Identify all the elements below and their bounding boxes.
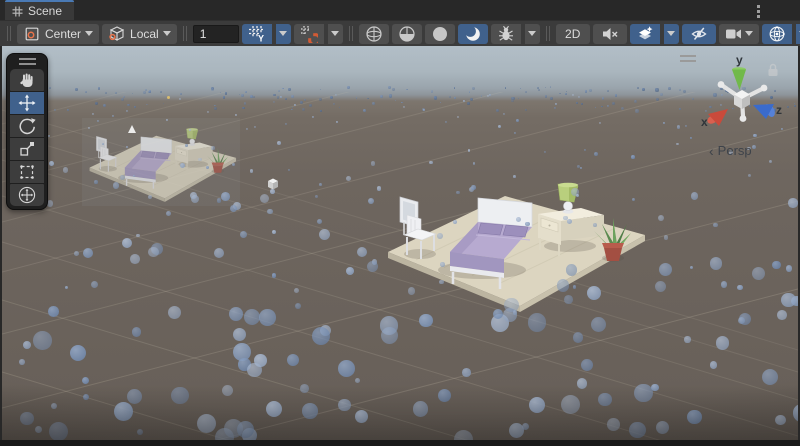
gizmo-y-axis-cone[interactable]	[732, 70, 746, 91]
chevron-down-icon	[331, 31, 339, 36]
toolbar-separator	[349, 26, 353, 41]
bug-icon	[497, 25, 515, 43]
tool-rotate-button[interactable]	[10, 115, 44, 137]
kebab-menu-icon[interactable]	[757, 5, 760, 18]
tab-title: Scene	[28, 5, 62, 17]
axis-z-label: z	[776, 103, 782, 117]
increment-snap-button[interactable]	[294, 24, 324, 44]
effects-toggle[interactable]	[630, 24, 660, 44]
scene-viewport[interactable]: y x z ‹ Persp	[2, 46, 798, 440]
projection-label: Persp	[718, 143, 752, 158]
tool-move-button[interactable]	[10, 92, 44, 114]
filled-sphere-icon	[431, 25, 449, 43]
toolbar-separator	[183, 26, 187, 41]
axis-y-label: y	[736, 53, 743, 67]
scene-models	[2, 46, 798, 440]
2d-toggle[interactable]: 2D	[556, 24, 590, 44]
scene-toolbar: Center Local Y	[0, 20, 800, 46]
distance-haze	[82, 118, 240, 206]
svg-text:Y: Y	[258, 33, 264, 43]
snap-value-input[interactable]	[193, 25, 239, 43]
chevron-down-icon	[667, 31, 675, 36]
camera-icon	[725, 27, 742, 41]
chevron-down-icon	[163, 31, 171, 36]
visibility-toggle[interactable]	[682, 24, 716, 44]
cube-icon	[108, 25, 126, 43]
half-sphere-icon	[398, 25, 416, 43]
tool-scale-button[interactable]	[10, 138, 44, 160]
toolbar-separator	[7, 26, 11, 41]
bug-dropdown[interactable]	[525, 24, 540, 44]
orientation-gizmo[interactable]: y x z	[700, 52, 795, 140]
grid-snap-dropdown[interactable]	[276, 24, 291, 44]
increment-snap-dropdown[interactable]	[328, 24, 343, 44]
axis-x-label: x	[701, 115, 708, 129]
grid-snap-icon: Y	[248, 25, 266, 43]
move-tool-icon	[18, 94, 36, 112]
projection-toggle[interactable]: ‹ Persp	[709, 143, 752, 158]
chevron-down-icon	[279, 31, 287, 36]
orientation-mode-label: Local	[130, 27, 159, 41]
pivot-icon	[23, 25, 41, 43]
filled-sphere-toggle[interactable]	[425, 24, 455, 44]
rect-tool-icon	[18, 163, 36, 181]
tab-bar: Scene	[0, 0, 800, 20]
wire-sphere-toggle[interactable]	[359, 24, 389, 44]
tools-overlay	[6, 53, 48, 210]
chevron-down-icon	[745, 31, 753, 36]
half-sphere-toggle[interactable]	[392, 24, 422, 44]
projection-arrow-icon: ‹	[709, 144, 714, 158]
2d-label: 2D	[565, 27, 580, 41]
chevron-down-icon	[85, 31, 93, 36]
pivot-mode-button[interactable]: Center	[17, 24, 99, 44]
light-gizmo-icon[interactable]	[126, 124, 138, 135]
chevron-down-icon	[528, 31, 536, 36]
crescent-moon-toggle[interactable]	[458, 24, 488, 44]
gizmos-dropdown[interactable]	[796, 24, 800, 44]
tab-grid-icon	[12, 6, 23, 17]
effects-icon	[636, 25, 654, 43]
rotate-tool-icon	[18, 117, 36, 135]
distant-light-gizmo-icon[interactable]	[167, 96, 170, 99]
toolbar-separator	[546, 26, 550, 41]
transform-tool-icon	[18, 186, 36, 204]
orientation-mode-button[interactable]: Local	[102, 24, 177, 44]
gizmo-overlay-drag-handle[interactable]	[680, 55, 696, 62]
scale-tool-icon	[18, 140, 36, 158]
tool-hand-button[interactable]	[10, 69, 44, 91]
increment-snap-icon	[300, 25, 318, 43]
moon-icon	[464, 25, 482, 43]
wire-sphere-icon	[365, 25, 383, 43]
hand-tool-icon	[18, 71, 36, 89]
gizmo-sphere-icon	[768, 25, 786, 43]
tool-transform-button[interactable]	[10, 184, 44, 206]
eye-hidden-icon	[690, 25, 708, 43]
tool-rect-button[interactable]	[10, 161, 44, 183]
gizmos-toggle[interactable]	[762, 24, 792, 44]
drag-handle-icon[interactable]	[19, 58, 36, 65]
audio-mute-toggle[interactable]	[593, 24, 627, 44]
selection-cube-gizmo-icon[interactable]	[266, 177, 280, 191]
tab-scene[interactable]: Scene	[5, 0, 74, 20]
window-bottom-edge	[0, 440, 800, 446]
bedroom-model-large[interactable]	[388, 183, 645, 312]
grid-snap-toggle[interactable]: Y	[242, 24, 272, 44]
camera-settings-button[interactable]	[719, 24, 759, 44]
effects-dropdown[interactable]	[664, 24, 679, 44]
pivot-mode-label: Center	[45, 27, 81, 41]
bug-toggle[interactable]	[491, 24, 521, 44]
scene-view-window: Scene Center Local	[0, 0, 800, 446]
speaker-muted-icon	[601, 25, 619, 43]
